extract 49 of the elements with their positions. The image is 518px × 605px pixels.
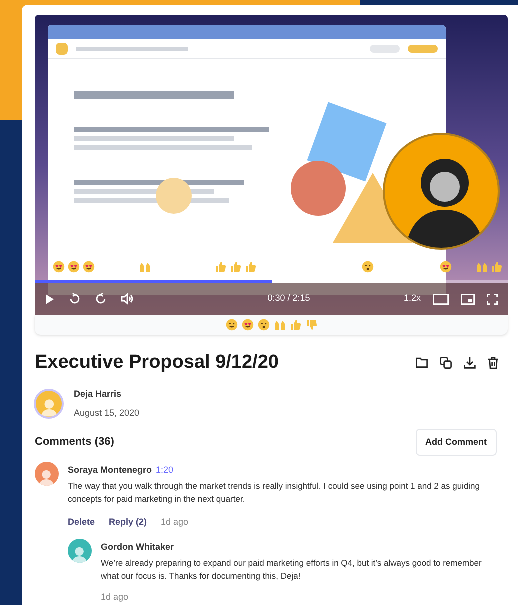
- toolbar-pill: [408, 44, 438, 52]
- comment-action-link[interactable]: Reply (2): [109, 516, 148, 529]
- document-title: Executive Proposal 9/12/20: [35, 351, 280, 375]
- surprised-face-icon: [362, 261, 374, 273]
- cursor-highlight: [156, 178, 192, 214]
- add-comment-button[interactable]: Add Comment: [416, 428, 497, 456]
- comment-age: 1d ago: [101, 590, 129, 604]
- thumbs-up-icon: [230, 261, 242, 273]
- commenter-name: Soraya Montenegro: [68, 464, 152, 477]
- theater-mode-icon[interactable]: [433, 294, 449, 304]
- author-name: Deja Harris: [74, 388, 123, 401]
- folder-icon[interactable]: [416, 357, 428, 368]
- post-date: August 15, 2020: [74, 407, 140, 420]
- download-icon[interactable]: [464, 357, 476, 370]
- forward-icon[interactable]: [95, 293, 107, 305]
- avatar: [36, 391, 62, 417]
- trash-icon[interactable]: [488, 357, 499, 370]
- toolbar-pill: [370, 44, 400, 52]
- thumbs-down-icon[interactable]: [306, 319, 318, 331]
- speed-button[interactable]: 1.2x: [404, 292, 421, 306]
- play-icon[interactable]: [45, 294, 55, 304]
- heart-eyes-face-icon: [53, 261, 65, 273]
- thumbs-up-icon: [491, 261, 503, 273]
- heart-eyes-face-icon[interactable]: [242, 319, 254, 331]
- comment-age: 1d ago: [161, 516, 189, 529]
- comment-text: We’re already preparing to expand our paid marketing efforts in Q4, but it’s always good to remember what our focus is. Thanks for documenting this, Deja!: [101, 556, 483, 582]
- thumbs-up-icon: [215, 261, 227, 273]
- comment-text: The way that you walk through the market trends is really insightful. I could see using point 1 and 2 as guiding concepts for paid marketing in the next quarter.: [68, 480, 482, 506]
- heart-eyes-face-icon: [68, 261, 80, 273]
- time-display: 0:30 / 2:15: [268, 292, 310, 306]
- progress-track[interactable]: [35, 280, 508, 283]
- picture-in-picture-icon[interactable]: [461, 294, 475, 304]
- copy-icon[interactable]: [440, 357, 452, 370]
- comment-action-link[interactable]: Delete: [68, 516, 96, 529]
- commenter-name: Gordon Whitaker: [101, 541, 176, 554]
- rewind-icon[interactable]: [69, 293, 81, 305]
- laughing-face-icon[interactable]: [226, 319, 238, 331]
- comments-heading: Comments (36): [35, 435, 114, 450]
- thumbs-up-icon[interactable]: [290, 319, 302, 331]
- thumbs-up-icon: [245, 261, 257, 273]
- raised-hands-icon: [476, 261, 488, 273]
- surprised-face-icon[interactable]: [258, 319, 270, 331]
- app-logo-icon: [56, 42, 68, 54]
- timestamp-link[interactable]: 1:20: [156, 464, 174, 478]
- heart-eyes-face-icon: [440, 261, 452, 273]
- fullscreen-icon[interactable]: [487, 294, 498, 304]
- raised-hands-icon: [139, 261, 151, 273]
- volume-icon[interactable]: [121, 293, 134, 305]
- heart-eyes-face-icon: [83, 261, 95, 273]
